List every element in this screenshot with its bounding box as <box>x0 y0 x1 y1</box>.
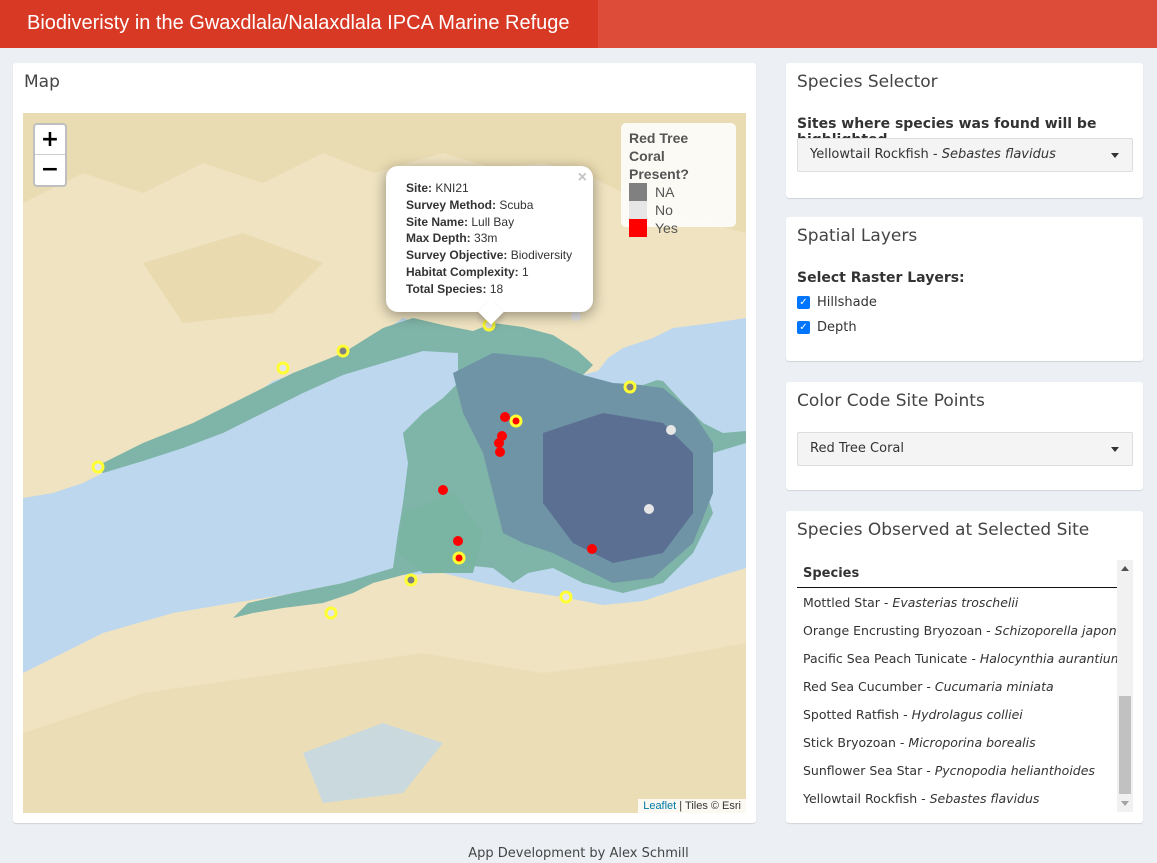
color-code-select[interactable]: Red Tree Coral <box>797 432 1133 466</box>
scroll-thumb[interactable] <box>1119 696 1131 794</box>
legend-swatch-yes <box>629 219 647 237</box>
leaflet-link[interactable]: Leaflet <box>643 800 676 812</box>
map-legend: Red Tree Coral Present? NA No Yes <box>621 123 736 237</box>
species-selector-panel: Species Selector Sites where species was… <box>786 63 1143 198</box>
legend-label-no: No <box>655 202 673 218</box>
species-observed-panel: Species Observed at Selected Site Specie… <box>786 511 1143 823</box>
popup-close-button[interactable]: × <box>578 169 587 187</box>
zoom-out-button[interactable]: − <box>35 155 65 185</box>
scroll-down-arrow-icon[interactable] <box>1121 801 1129 806</box>
legend-item-na: NA <box>629 183 728 201</box>
map-view[interactable]: + − Red Tree Coral Present? NA No Yes × … <box>23 113 746 813</box>
legend-swatch-na <box>629 183 647 201</box>
depth-label: Depth <box>817 320 857 335</box>
chevron-down-icon <box>1111 153 1119 158</box>
table-row[interactable]: Yellowtail Rockfish - Sebastes flavidus <box>797 785 1117 812</box>
checkbox-checked-icon[interactable]: ✓ <box>797 296 810 309</box>
raster-layers-label: Select Raster Layers: <box>797 270 965 286</box>
site-popup: × Site: KNI21 Survey Method: Scuba Site … <box>386 166 593 325</box>
legend-title-line1: Red Tree <box>629 130 689 146</box>
color-code-title: Color Code Site Points <box>797 391 985 411</box>
checkbox-checked-icon[interactable]: ✓ <box>797 321 810 334</box>
map-attribution: Leaflet | Tiles © Esri <box>638 799 746 813</box>
popup-row-objective: Survey Objective: Biodiversity <box>406 248 573 263</box>
popup-row-site: Site: KNI21 <box>406 181 469 195</box>
table-row[interactable]: Pacific Sea Peach Tunicate - Halocynthia… <box>797 645 1117 673</box>
table-row[interactable]: Mottled Star - Evasterias troschelii <box>797 589 1117 617</box>
spatial-layers-title: Spatial Layers <box>797 226 918 246</box>
species-select-latin: Sebastes flavidus <box>941 147 1056 162</box>
popup-row-complexity: Habitat Complexity: 1 <box>406 264 529 279</box>
species-observed-title: Species Observed at Selected Site <box>797 520 1090 540</box>
scroll-up-arrow-icon[interactable] <box>1121 566 1129 571</box>
popup-row-total-species: Total Species: 18 <box>406 281 504 296</box>
legend-item-no: No <box>629 201 728 219</box>
table-row[interactable]: Orange Encrusting Bryozoan - Schizoporel… <box>797 617 1117 645</box>
legend-label-na: NA <box>655 184 675 200</box>
checkbox-depth[interactable]: ✓ Depth <box>797 320 857 335</box>
app-header: Biodiveristy in the Gwaxdlala/Nalaxdlala… <box>0 0 1157 48</box>
checkbox-hillshade[interactable]: ✓ Hillshade <box>797 295 877 310</box>
species-selector-title: Species Selector <box>797 72 938 92</box>
species-scrollbar[interactable] <box>1117 560 1133 812</box>
map-panel-title: Map <box>24 72 60 92</box>
table-row[interactable]: Stick Bryozoan - Microporina borealis <box>797 729 1117 757</box>
legend-swatch-no <box>629 201 647 219</box>
table-row[interactable]: Spotted Ratfish - Hydrolagus colliei <box>797 701 1117 729</box>
legend-title-line2: Coral Present? <box>629 148 689 182</box>
species-select-separator: - <box>928 147 942 162</box>
table-row[interactable]: Red Sea Cucumber - Cucumaria miniata <box>797 673 1117 701</box>
hillshade-label: Hillshade <box>817 295 877 310</box>
species-table[interactable]: Species Mottled Star - Evasterias trosch… <box>797 560 1133 812</box>
color-code-selected: Red Tree Coral <box>810 441 905 456</box>
color-code-panel: Color Code Site Points Red Tree Coral <box>786 382 1143 490</box>
popup-row-method: Survey Method: Scuba <box>406 197 534 212</box>
species-select[interactable]: Yellowtail Rockfish - Sebastes flavidus <box>797 138 1133 172</box>
species-column-header[interactable]: Species <box>797 560 1117 588</box>
zoom-in-button[interactable]: + <box>35 125 65 155</box>
tiles-credit: | Tiles © Esri <box>679 800 741 812</box>
app-title: Biodiveristy in the Gwaxdlala/Nalaxdlala… <box>0 0 598 48</box>
popup-row-site-name: Site Name: Lull Bay <box>406 214 515 229</box>
chevron-down-icon <box>1111 447 1119 452</box>
legend-label-yes: Yes <box>655 220 678 236</box>
popup-row-depth: Max Depth: 33m <box>406 231 498 246</box>
footer-credit: App Development by Alex Schmill <box>468 846 689 861</box>
table-row[interactable]: Sunflower Sea Star - Pycnopodia helianth… <box>797 757 1117 785</box>
spatial-layers-panel: Spatial Layers Select Raster Layers: ✓ H… <box>786 217 1143 361</box>
species-select-common: Yellowtail Rockfish <box>810 147 929 162</box>
zoom-control: + − <box>33 123 67 187</box>
species-list: Mottled Star - Evasterias troschelii Ora… <box>797 589 1117 812</box>
legend-item-yes: Yes <box>629 219 728 237</box>
